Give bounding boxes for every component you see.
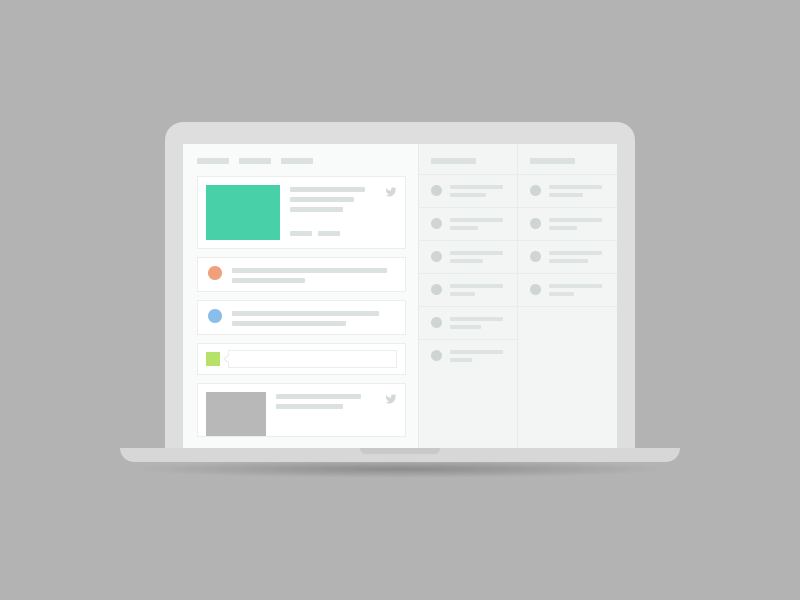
text-line <box>276 394 361 399</box>
meta-item <box>290 231 312 236</box>
avatar <box>530 251 541 262</box>
nav-item-3[interactable] <box>281 158 313 164</box>
avatar <box>208 266 222 280</box>
compose-avatar <box>206 352 220 366</box>
text-line <box>232 321 346 326</box>
app-window <box>183 144 617 448</box>
column-2 <box>517 144 617 448</box>
secondary-text <box>276 392 397 436</box>
laptop-mockup <box>144 122 656 478</box>
text-line <box>232 311 379 316</box>
avatar <box>431 218 442 229</box>
meta-item <box>318 231 340 236</box>
list-item[interactable] <box>518 174 617 207</box>
avatar <box>530 218 541 229</box>
list-item[interactable] <box>419 207 518 240</box>
featured-thumbnail <box>206 185 280 240</box>
nav-item-1[interactable] <box>197 158 229 164</box>
twitter-icon <box>385 392 397 402</box>
feed-row[interactable] <box>197 257 406 292</box>
avatar <box>208 309 222 323</box>
column-1 <box>418 144 518 448</box>
row-text <box>232 266 395 283</box>
text-line <box>290 187 365 192</box>
column-header <box>518 144 617 174</box>
feed-row[interactable] <box>197 300 406 335</box>
laptop-base <box>120 448 680 462</box>
compose-input[interactable] <box>228 350 397 368</box>
list-item[interactable] <box>419 240 518 273</box>
featured-post-card[interactable] <box>197 176 406 249</box>
column-empty-space <box>518 306 617 448</box>
laptop-bezel <box>165 122 635 448</box>
text-line <box>276 404 343 409</box>
list-item[interactable] <box>518 207 617 240</box>
text-line <box>290 197 354 202</box>
column-title <box>530 158 575 164</box>
list-item[interactable] <box>419 339 518 372</box>
text-line <box>232 268 387 273</box>
avatar <box>431 284 442 295</box>
list-item[interactable] <box>518 273 617 306</box>
text-line <box>290 207 343 212</box>
featured-text <box>290 185 397 240</box>
nav-item-2[interactable] <box>239 158 271 164</box>
row-text <box>232 309 395 326</box>
twitter-icon <box>385 185 397 195</box>
secondary-post-card[interactable] <box>197 383 406 437</box>
top-nav <box>197 158 406 164</box>
laptop-shadow <box>130 460 670 478</box>
avatar <box>431 185 442 196</box>
column-header <box>419 144 518 174</box>
column-title <box>431 158 476 164</box>
list-item[interactable] <box>419 273 518 306</box>
laptop-notch <box>360 448 440 454</box>
avatar <box>431 251 442 262</box>
list-item[interactable] <box>518 240 617 273</box>
featured-meta <box>290 231 397 236</box>
avatar <box>530 284 541 295</box>
list-item[interactable] <box>419 174 518 207</box>
avatar <box>530 185 541 196</box>
list-item[interactable] <box>419 306 518 339</box>
secondary-thumbnail <box>206 392 266 436</box>
compose-row <box>197 343 406 375</box>
side-columns <box>418 144 617 448</box>
main-feed-pane <box>183 144 418 448</box>
text-line <box>232 278 305 283</box>
avatar <box>431 350 442 361</box>
avatar <box>431 317 442 328</box>
